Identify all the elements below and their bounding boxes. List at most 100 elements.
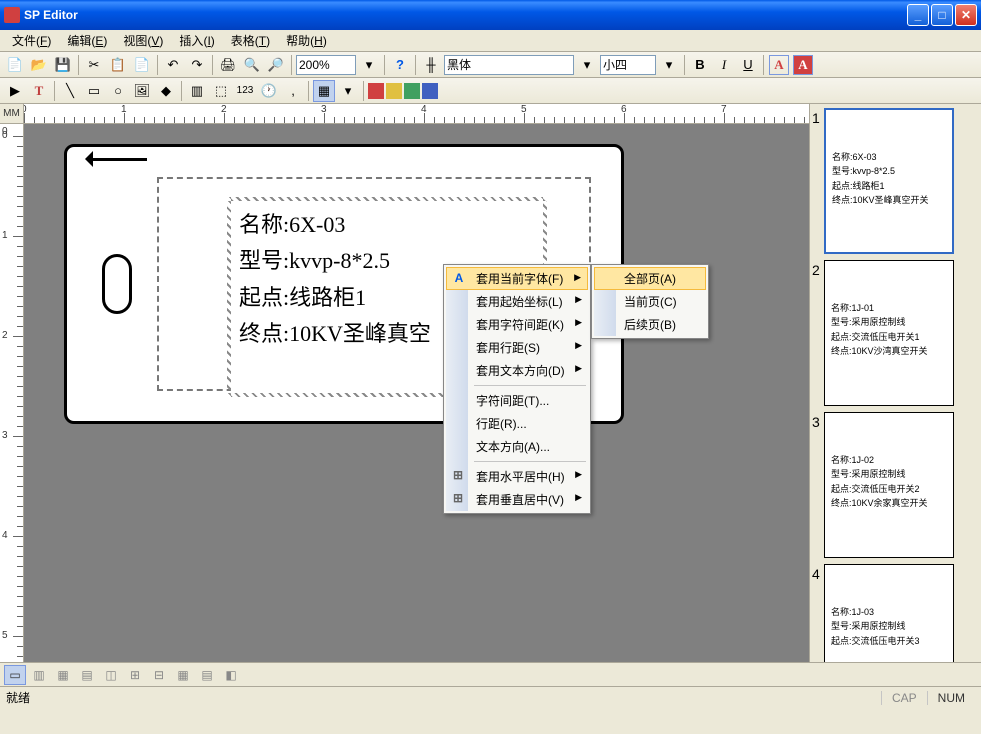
toolbar-drawing: ▶ T ╲ ▭ ○ 🖼 ◆ ▥ ⬚ 123 🕐 , ▦ ▾ [0, 78, 981, 104]
context-menu-item[interactable]: 套用文本方向(D) [446, 359, 588, 382]
maximize-button[interactable]: □ [931, 4, 953, 26]
text-line[interactable]: 名称:6X-03 [239, 207, 535, 243]
pointer-tool[interactable]: ▶ [4, 80, 26, 102]
menu-bar: 文件(F) 编辑(E) 视图(V) 插入(I) 表格(T) 帮助(H) [0, 30, 981, 52]
context-menu-item[interactable]: 文本方向(A)... [446, 435, 588, 458]
toolbar-standard: 📄 📂 💾 ✂ 📋 📄 ↶ ↷ 🖨 🔍 🔎 ▾ ? ╫ ▾ ▾ B I U A … [0, 52, 981, 78]
status-text: 就绪 [6, 689, 881, 706]
copy-button[interactable]: 📋 [107, 54, 129, 76]
clock-tool[interactable]: 🕐 [258, 80, 280, 102]
thumbnail-item[interactable]: 2名称:1J-01型号:采用原控制线起点:交流低压电开关1终点:10KV沙湾真空… [812, 260, 979, 406]
context-menu-item[interactable]: 套用水平居中(H)⊞ [446, 465, 588, 488]
vertical-ruler[interactable]: 0 0123456 [0, 124, 24, 662]
highlight-button[interactable]: A [792, 54, 814, 76]
barcode-tool[interactable]: ▥ [186, 80, 208, 102]
help-button[interactable]: ? [389, 54, 411, 76]
table-tool[interactable]: ▦ [313, 80, 335, 102]
context-submenu-item[interactable]: 全部页(A) [594, 267, 706, 290]
line-tool[interactable]: ╲ [59, 80, 81, 102]
window-controls: _ □ ✕ [907, 4, 977, 26]
fill-green[interactable] [404, 83, 420, 99]
window-title: SP Editor [24, 8, 907, 22]
underline-button[interactable]: U [737, 54, 759, 76]
tab-button[interactable]: ◧ [220, 665, 242, 685]
thumbnail-item[interactable]: 3名称:1J-02型号:采用原控制线起点:交流低压电开关2终点:10KV余家真空… [812, 412, 979, 558]
menu-view[interactable]: 视图(V) [115, 29, 171, 52]
fill-yellow[interactable] [386, 83, 402, 99]
menu-file[interactable]: 文件(F) [4, 29, 59, 52]
zoom-combo[interactable] [296, 55, 356, 75]
tab-button[interactable]: ▭ [4, 665, 26, 685]
tab-button[interactable]: ▥ [28, 665, 50, 685]
select-area-tool[interactable]: ⬚ [210, 80, 232, 102]
status-bar: 就绪 CAP NUM [0, 686, 981, 708]
tab-button[interactable]: ▤ [76, 665, 98, 685]
circle-tool[interactable]: ○ [107, 80, 129, 102]
preview-button[interactable]: 🔍 [241, 54, 263, 76]
redo-button[interactable]: ↷ [186, 54, 208, 76]
shape-tool[interactable]: ◆ [155, 80, 177, 102]
app-icon [4, 7, 20, 23]
save-button[interactable]: 💾 [52, 54, 74, 76]
thumbnail-panel[interactable]: 1名称:6X-03型号:kvvp-8*2.5起点:线路柜1终点:10KV圣峰真空… [809, 104, 981, 662]
thumbnail-item[interactable]: 4名称:1J-03型号:采用原控制线起点:交流低压电开关3 [812, 564, 979, 662]
print-button[interactable]: 🖨 [217, 54, 239, 76]
size-dropdown[interactable]: ▾ [658, 54, 680, 76]
measure-icon[interactable]: ╫ [420, 54, 442, 76]
context-menu-item[interactable]: 字符间距(T)... [446, 389, 588, 412]
menu-insert[interactable]: 插入(I) [171, 29, 222, 52]
status-cap: CAP [881, 691, 927, 705]
new-button[interactable]: 📄 [4, 54, 26, 76]
canvas[interactable]: 名称:6X-03 型号:kvvp-8*2.5 起点:线路柜1 终点:10KV圣峰… [24, 124, 809, 662]
tab-button[interactable]: ▦ [52, 665, 74, 685]
context-menu-item[interactable]: 套用字符间距(K) [446, 313, 588, 336]
context-submenu-item[interactable]: 当前页(C) [594, 290, 706, 313]
tab-button[interactable]: ⊟ [148, 665, 170, 685]
font-dropdown[interactable]: ▾ [576, 54, 598, 76]
arrow-icon [77, 151, 147, 167]
table-dropdown[interactable]: ▾ [337, 80, 359, 102]
font-combo[interactable] [444, 55, 574, 75]
context-menu: 套用当前字体(F)A套用起始坐标(L)套用字符间距(K)套用行距(S)套用文本方… [443, 264, 591, 514]
text-color-button[interactable]: A [768, 54, 790, 76]
title-bar: SP Editor _ □ ✕ [0, 0, 981, 30]
font-size-combo[interactable] [600, 55, 656, 75]
horizontal-ruler[interactable]: 012345678 [24, 104, 809, 124]
text-tool[interactable]: T [28, 80, 50, 102]
paste-button[interactable]: 📄 [131, 54, 153, 76]
context-menu-item[interactable]: 行距(R)... [446, 412, 588, 435]
rect-tool[interactable]: ▭ [83, 80, 105, 102]
tag-hole [102, 254, 132, 314]
image-tool[interactable]: 🖼 [131, 80, 153, 102]
context-submenu-item[interactable]: 后续页(B) [594, 313, 706, 336]
main-area: MM 012345678 0 0123456 名称:6X-03 型号:kvvp-… [0, 104, 981, 662]
menu-edit[interactable]: 编辑(E) [59, 29, 115, 52]
open-button[interactable]: 📂 [28, 54, 50, 76]
fill-blue[interactable] [422, 83, 438, 99]
tab-button[interactable]: ⊞ [124, 665, 146, 685]
cut-button[interactable]: ✂ [83, 54, 105, 76]
close-button[interactable]: ✕ [955, 4, 977, 26]
zoom-dropdown[interactable]: ▾ [358, 54, 380, 76]
fill-red[interactable] [368, 83, 384, 99]
undo-button[interactable]: ↶ [162, 54, 184, 76]
tab-button[interactable]: ▤ [196, 665, 218, 685]
status-num: NUM [927, 691, 975, 705]
context-submenu: 全部页(A)当前页(C)后续页(B) [591, 264, 709, 339]
ruler-corner: MM [0, 104, 24, 124]
tab-button[interactable]: ▦ [172, 665, 194, 685]
context-menu-item[interactable]: 套用起始坐标(L) [446, 290, 588, 313]
comma-tool[interactable]: , [282, 80, 304, 102]
context-menu-item[interactable]: 套用垂直居中(V)⊞ [446, 488, 588, 511]
bold-button[interactable]: B [689, 54, 711, 76]
menu-help[interactable]: 帮助(H) [278, 29, 335, 52]
find-button[interactable]: 🔎 [265, 54, 287, 76]
number-tool[interactable]: 123 [234, 80, 256, 102]
minimize-button[interactable]: _ [907, 4, 929, 26]
thumbnail-item[interactable]: 1名称:6X-03型号:kvvp-8*2.5起点:线路柜1终点:10KV圣峰真空… [812, 108, 979, 254]
tab-button[interactable]: ◫ [100, 665, 122, 685]
context-menu-item[interactable]: 套用当前字体(F)A [446, 267, 588, 290]
context-menu-item[interactable]: 套用行距(S) [446, 336, 588, 359]
italic-button[interactable]: I [713, 54, 735, 76]
menu-table[interactable]: 表格(T) [223, 29, 278, 52]
